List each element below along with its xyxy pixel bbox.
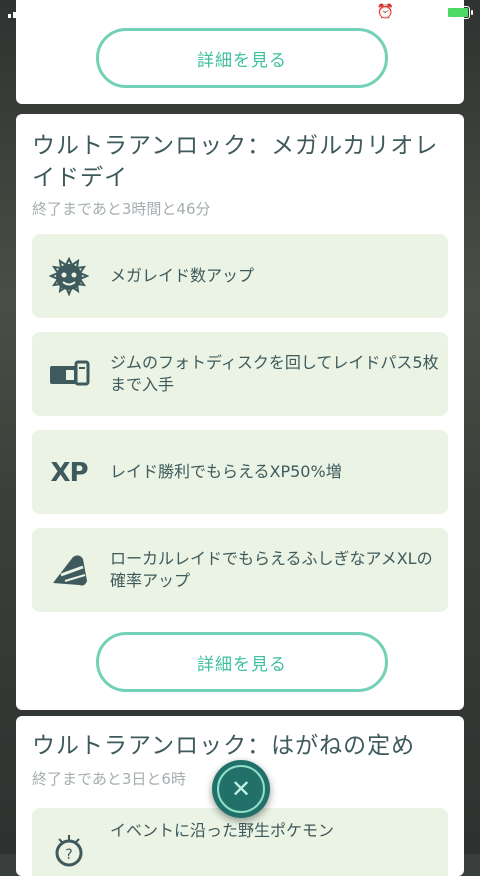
bonus-item: XP レイド勝利でもらえるXP50%増 bbox=[32, 430, 448, 514]
close-icon: ✕ bbox=[217, 765, 265, 813]
xp-icon: XP bbox=[50, 458, 88, 488]
bonus-item: ? イベントに沿った野生ポケモン bbox=[32, 808, 448, 876]
event-time-remaining: 終了まであと3日と6時 bbox=[32, 770, 186, 788]
svg-text:?: ? bbox=[65, 847, 72, 863]
status-bar: SoftBank 4G 13:13 ⏰ 100% bbox=[0, 0, 480, 24]
bonus-item: ジムのフォトディスクを回してレイドパス5枚まで入手 bbox=[32, 332, 448, 416]
details-button[interactable]: 詳細を見る bbox=[96, 632, 388, 692]
event-title: ウルトラアンロック：はがねの定め bbox=[32, 733, 416, 759]
battery-percent: 100% bbox=[399, 4, 440, 20]
mega-raid-icon bbox=[48, 256, 90, 298]
bonus-item: メガレイド数アップ bbox=[32, 234, 448, 318]
bonus-text: イベントに沿った野生ポケモン bbox=[110, 821, 335, 840]
bonus-text: メガレイド数アップ bbox=[110, 266, 255, 285]
event-time-remaining: 終了まであと3時間と46分 bbox=[32, 200, 211, 218]
xl-candy-icon bbox=[48, 550, 90, 592]
photo-disc-pass-icon bbox=[48, 354, 90, 396]
close-button[interactable]: ✕ bbox=[212, 760, 270, 818]
bonus-text: レイド勝利でもらえるXP50%増 bbox=[110, 462, 342, 481]
event-card-mega-lucario: ウルトラアンロック：メガルカリオレイドデイ 終了まであと3時間と46分 メガレイ… bbox=[16, 114, 464, 710]
battery-icon bbox=[446, 5, 473, 19]
bonus-text: ジムのフォトディスクを回してレイドパス5枚まで入手 bbox=[110, 353, 439, 394]
event-title: ウルトラアンロック：メガルカリオレイドデイ bbox=[32, 133, 439, 191]
details-button[interactable]: 詳細を見る bbox=[96, 28, 388, 88]
wild-pokemon-icon: ? bbox=[48, 830, 90, 872]
alarm-icon: ⏰ bbox=[376, 4, 394, 20]
bonus-text: ローカルレイドでもらえるふしぎなアメXLの確率アップ bbox=[110, 549, 433, 590]
bonus-item: ローカルレイドでもらえるふしぎなアメXLの確率アップ bbox=[32, 528, 448, 612]
